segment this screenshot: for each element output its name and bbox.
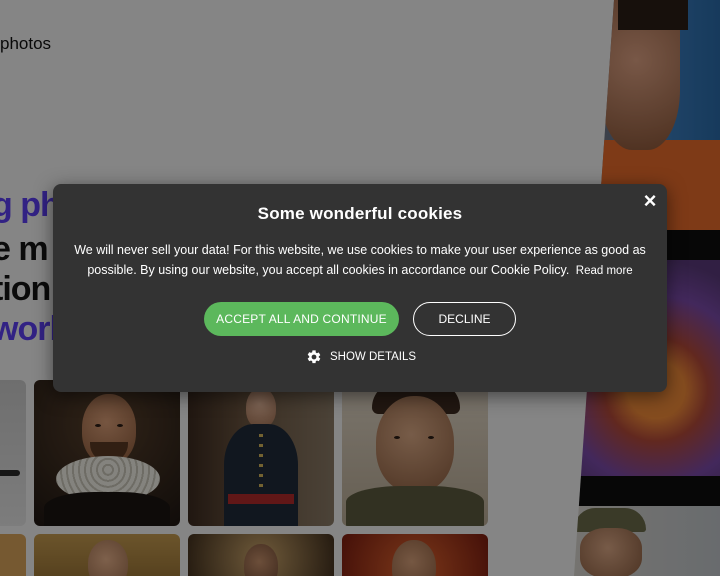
show-details-toggle[interactable]: SHOW DETAILS [306, 348, 416, 366]
cookie-message-text: We will never sell your data! For this w… [74, 243, 646, 277]
cookie-dialog-title: Some wonderful cookies [257, 204, 463, 223]
read-more-link[interactable]: Read more [576, 265, 633, 277]
cookie-dialog-message: We will never sell your data! For this w… [73, 240, 647, 281]
gear-icon [307, 350, 321, 364]
decline-button[interactable]: DECLINE [413, 302, 516, 336]
show-details-label: SHOW DETAILS [330, 351, 417, 363]
accept-all-button[interactable]: ACCEPT ALL AND CONTINUE [204, 302, 399, 336]
cookie-consent-dialog: × Some wonderful cookies We will never s… [53, 184, 667, 392]
page: photos g ph e m tion world [0, 0, 720, 576]
